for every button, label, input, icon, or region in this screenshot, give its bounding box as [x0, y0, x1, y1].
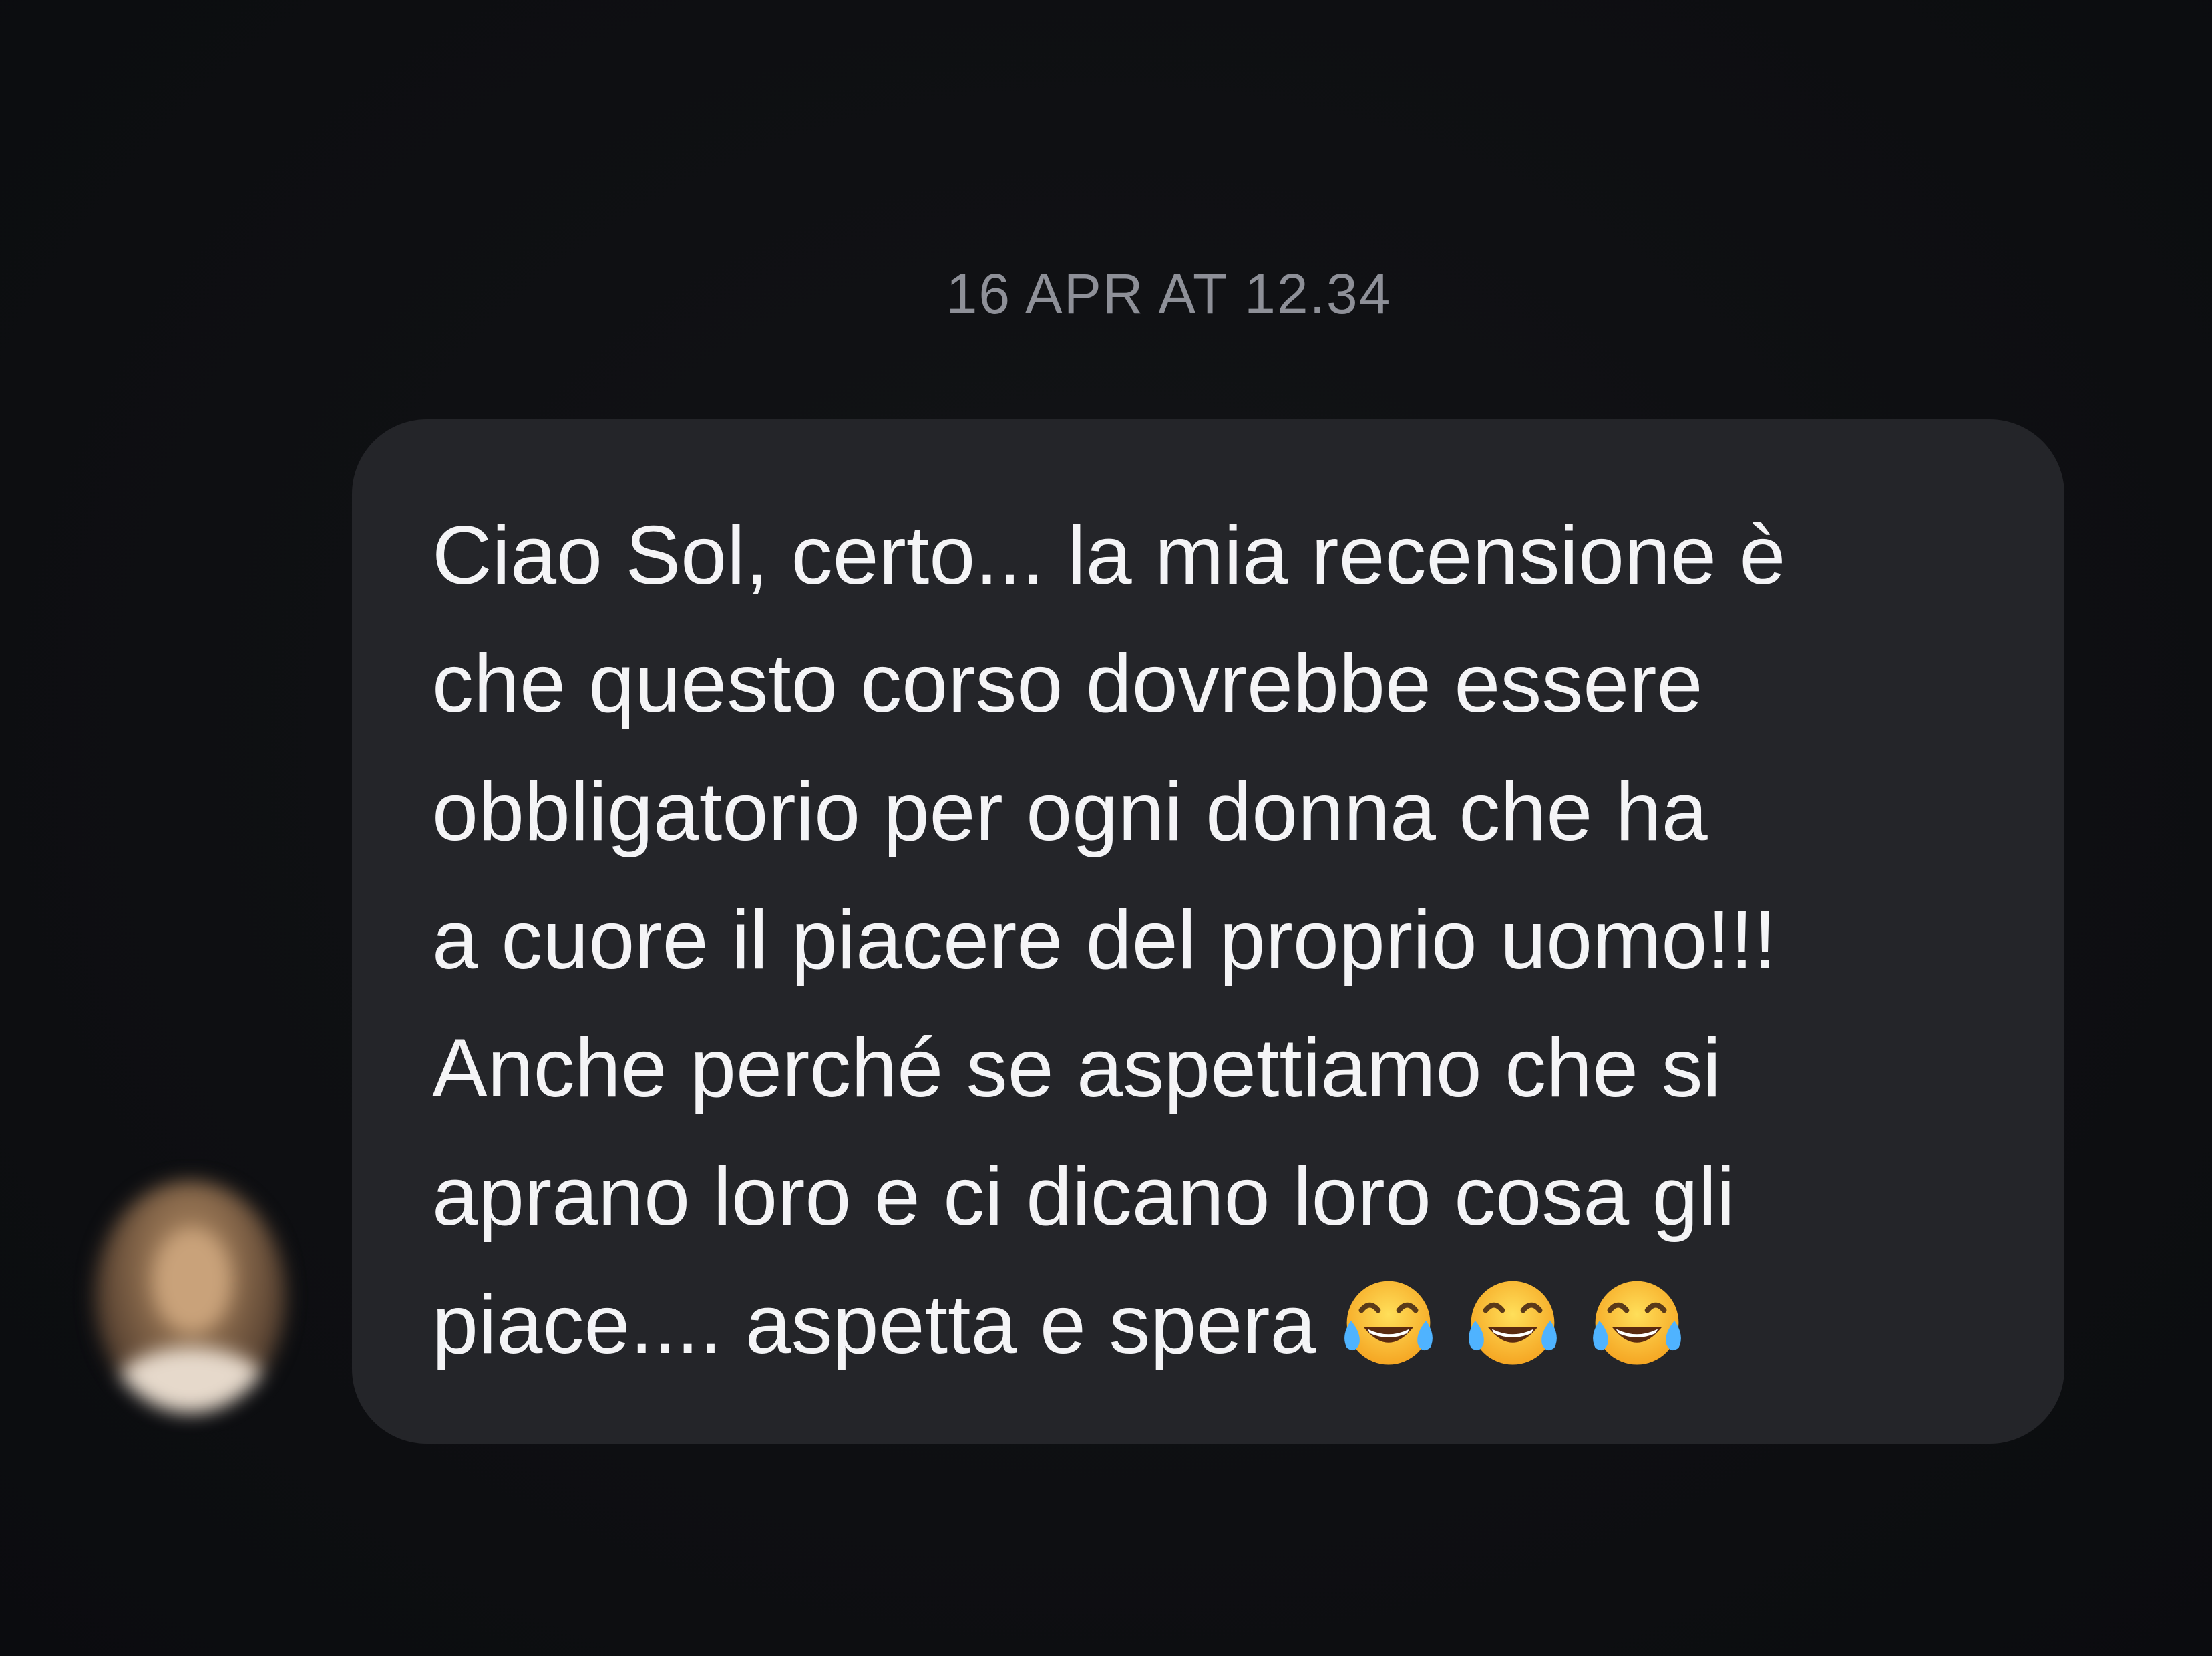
message-bubble[interactable]: Ciao Sol, certo... la mia recensione è c… [352, 419, 2064, 1444]
tears-of-joy-icon [1336, 1269, 1441, 1373]
avatar-face [152, 1227, 232, 1334]
chat-screen: 16 APR AT 12.34 Ciao Sol, certo... la mi… [0, 0, 2212, 1656]
tears-of-joy-icon [1461, 1269, 1565, 1373]
message-text: Ciao Sol, certo... la mia recensione è c… [432, 491, 2024, 1389]
avatar-shoulder [115, 1348, 268, 1413]
sender-avatar[interactable] [95, 1181, 286, 1413]
message-timestamp: 16 APR AT 12.34 [946, 262, 1392, 325]
tears-of-joy-icon [1585, 1269, 1689, 1373]
message-body: Ciao Sol, certo... la mia recensione è c… [432, 509, 1786, 1371]
